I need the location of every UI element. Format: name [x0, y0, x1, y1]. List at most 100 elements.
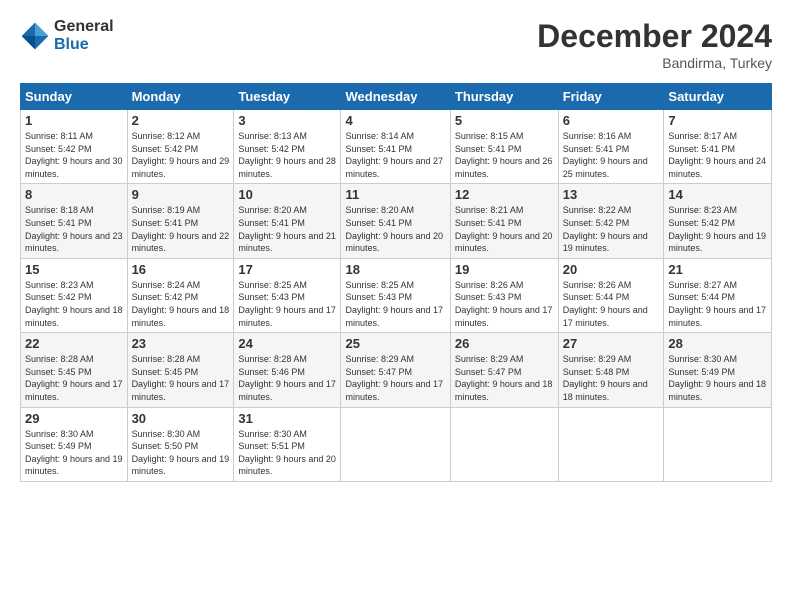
day-info: Sunrise: 8:15 AM Sunset: 5:41 PM Dayligh…: [455, 130, 554, 180]
calendar-day-22: 22 Sunrise: 8:28 AM Sunset: 5:45 PM Dayli…: [21, 333, 128, 407]
title-block: December 2024 Bandirma, Turkey: [537, 18, 772, 71]
logo-icon: [20, 21, 50, 51]
calendar-day-27: 27Sunrise: 8:29 AM Sunset: 5:48 PM Dayli…: [558, 333, 664, 407]
empty-cell: [664, 407, 772, 481]
empty-cell: [558, 407, 664, 481]
day-number: 30: [132, 411, 230, 426]
day-number: 15: [25, 262, 123, 277]
location: Bandirma, Turkey: [537, 55, 772, 71]
day-info: Sunrise: 8:12 AM Sunset: 5:42 PM Dayligh…: [132, 130, 230, 180]
day-info: Sunrise: 8:29 AM Sunset: 5:47 PM Dayligh…: [345, 353, 445, 403]
day-info: Sunrise: 8:28 AM Sunset: 5:45 PM Dayligh…: [25, 353, 123, 403]
calendar-day-26: 26 Sunrise: 8:29 AM Sunset: 5:47 PM Dayli…: [450, 333, 558, 407]
calendar-day-14: 14Sunrise: 8:23 AM Sunset: 5:42 PM Dayli…: [664, 184, 772, 258]
day-number: 13: [563, 187, 660, 202]
weekday-header-friday: Friday: [558, 84, 664, 110]
calendar-day-31: 31 Sunrise: 8:30 AM Sunset: 5:51 PM Dayli…: [234, 407, 341, 481]
weekday-header-monday: Monday: [127, 84, 234, 110]
day-number: 2: [132, 113, 230, 128]
day-number: 21: [668, 262, 767, 277]
day-info: Sunrise: 8:27 AM Sunset: 5:44 PM Dayligh…: [668, 279, 767, 329]
day-info: Sunrise: 8:25 AM Sunset: 5:43 PM Dayligh…: [238, 279, 336, 329]
day-info: Sunrise: 8:30 AM Sunset: 5:49 PM Dayligh…: [25, 428, 123, 478]
weekday-header-sunday: Sunday: [21, 84, 128, 110]
calendar-day-20: 20 Sunrise: 8:26 AM Sunset: 5:44 PM Dayli…: [558, 258, 664, 332]
day-info: Sunrise: 8:13 AM Sunset: 5:42 PM Dayligh…: [238, 130, 336, 180]
weekday-header-thursday: Thursday: [450, 84, 558, 110]
calendar-day-25: 25 Sunrise: 8:29 AM Sunset: 5:47 PM Dayli…: [341, 333, 450, 407]
day-number: 10: [238, 187, 336, 202]
day-number: 14: [668, 187, 767, 202]
weekday-header-wednesday: Wednesday: [341, 84, 450, 110]
calendar-day-21: 21 Sunrise: 8:27 AM Sunset: 5:44 PM Dayli…: [664, 258, 772, 332]
header: General Blue December 2024 Bandirma, Tur…: [20, 18, 772, 71]
calendar-day-3: 3 Sunrise: 8:13 AM Sunset: 5:42 PM Daylig…: [234, 110, 341, 184]
logo-blue: Blue: [54, 36, 114, 54]
day-info: Sunrise: 8:30 AM Sunset: 5:50 PM Dayligh…: [132, 428, 230, 478]
month-title: December 2024: [537, 18, 772, 55]
day-info: Sunrise: 8:30 AM Sunset: 5:49 PM Dayligh…: [668, 353, 767, 403]
day-info: Sunrise: 8:25 AM Sunset: 5:43 PM Dayligh…: [345, 279, 445, 329]
page: General Blue December 2024 Bandirma, Tur…: [0, 0, 792, 492]
day-info: Sunrise: 8:20 AM Sunset: 5:41 PM Dayligh…: [345, 204, 445, 254]
day-info: Sunrise: 8:23 AM Sunset: 5:42 PM Dayligh…: [25, 279, 123, 329]
day-number: 23: [132, 336, 230, 351]
day-info: Sunrise: 8:21 AM Sunset: 5:41 PM Dayligh…: [455, 204, 554, 254]
calendar-day-19: 19Sunrise: 8:26 AM Sunset: 5:43 PM Dayli…: [450, 258, 558, 332]
calendar-day-6: 6Sunrise: 8:16 AM Sunset: 5:41 PM Daylig…: [558, 110, 664, 184]
calendar-week-3: 15 Sunrise: 8:23 AM Sunset: 5:42 PM Dayli…: [21, 258, 772, 332]
day-info: Sunrise: 8:14 AM Sunset: 5:41 PM Dayligh…: [345, 130, 445, 180]
calendar-day-4: 4 Sunrise: 8:14 AM Sunset: 5:41 PM Daylig…: [341, 110, 450, 184]
day-number: 4: [345, 113, 445, 128]
calendar-day-13: 13 Sunrise: 8:22 AM Sunset: 5:42 PM Dayli…: [558, 184, 664, 258]
calendar-day-17: 17 Sunrise: 8:25 AM Sunset: 5:43 PM Dayli…: [234, 258, 341, 332]
day-number: 17: [238, 262, 336, 277]
calendar-day-7: 7 Sunrise: 8:17 AM Sunset: 5:41 PM Daylig…: [664, 110, 772, 184]
day-number: 27: [563, 336, 660, 351]
day-number: 8: [25, 187, 123, 202]
day-number: 25: [345, 336, 445, 351]
day-number: 6: [563, 113, 660, 128]
day-info: Sunrise: 8:30 AM Sunset: 5:51 PM Dayligh…: [238, 428, 336, 478]
day-number: 31: [238, 411, 336, 426]
calendar-day-15: 15 Sunrise: 8:23 AM Sunset: 5:42 PM Dayli…: [21, 258, 128, 332]
calendar-day-9: 9 Sunrise: 8:19 AM Sunset: 5:41 PM Daylig…: [127, 184, 234, 258]
day-number: 9: [132, 187, 230, 202]
calendar-day-23: 23Sunrise: 8:28 AM Sunset: 5:45 PM Dayli…: [127, 333, 234, 407]
calendar-day-30: 30 Sunrise: 8:30 AM Sunset: 5:50 PM Dayli…: [127, 407, 234, 481]
day-number: 26: [455, 336, 554, 351]
day-number: 3: [238, 113, 336, 128]
day-number: 7: [668, 113, 767, 128]
calendar-week-5: 29 Sunrise: 8:30 AM Sunset: 5:49 PM Dayli…: [21, 407, 772, 481]
day-number: 24: [238, 336, 336, 351]
day-number: 22: [25, 336, 123, 351]
weekday-header-row: SundayMondayTuesdayWednesdayThursdayFrid…: [21, 84, 772, 110]
calendar-day-28: 28Sunrise: 8:30 AM Sunset: 5:49 PM Dayli…: [664, 333, 772, 407]
day-number: 5: [455, 113, 554, 128]
day-number: 12: [455, 187, 554, 202]
day-number: 1: [25, 113, 123, 128]
day-info: Sunrise: 8:20 AM Sunset: 5:41 PM Dayligh…: [238, 204, 336, 254]
empty-cell: [341, 407, 450, 481]
calendar-day-16: 16Sunrise: 8:24 AM Sunset: 5:42 PM Dayli…: [127, 258, 234, 332]
calendar-day-10: 10 Sunrise: 8:20 AM Sunset: 5:41 PM Dayli…: [234, 184, 341, 258]
calendar-day-11: 11Sunrise: 8:20 AM Sunset: 5:41 PM Dayli…: [341, 184, 450, 258]
calendar-day-18: 18Sunrise: 8:25 AM Sunset: 5:43 PM Dayli…: [341, 258, 450, 332]
day-info: Sunrise: 8:29 AM Sunset: 5:47 PM Dayligh…: [455, 353, 554, 403]
day-info: Sunrise: 8:17 AM Sunset: 5:41 PM Dayligh…: [668, 130, 767, 180]
day-info: Sunrise: 8:26 AM Sunset: 5:44 PM Dayligh…: [563, 279, 660, 329]
calendar-week-2: 8Sunrise: 8:18 AM Sunset: 5:41 PM Daylig…: [21, 184, 772, 258]
calendar-day-12: 12 Sunrise: 8:21 AM Sunset: 5:41 PM Dayli…: [450, 184, 558, 258]
calendar-day-2: 2 Sunrise: 8:12 AM Sunset: 5:42 PM Daylig…: [127, 110, 234, 184]
calendar-day-24: 24Sunrise: 8:28 AM Sunset: 5:46 PM Dayli…: [234, 333, 341, 407]
weekday-header-tuesday: Tuesday: [234, 84, 341, 110]
day-info: Sunrise: 8:22 AM Sunset: 5:42 PM Dayligh…: [563, 204, 660, 254]
logo-text: General Blue: [54, 18, 114, 53]
logo: General Blue: [20, 18, 114, 53]
logo-general: General: [54, 18, 114, 36]
day-number: 20: [563, 262, 660, 277]
calendar-day-29: 29 Sunrise: 8:30 AM Sunset: 5:49 PM Dayli…: [21, 407, 128, 481]
day-number: 29: [25, 411, 123, 426]
day-info: Sunrise: 8:19 AM Sunset: 5:41 PM Dayligh…: [132, 204, 230, 254]
day-number: 16: [132, 262, 230, 277]
